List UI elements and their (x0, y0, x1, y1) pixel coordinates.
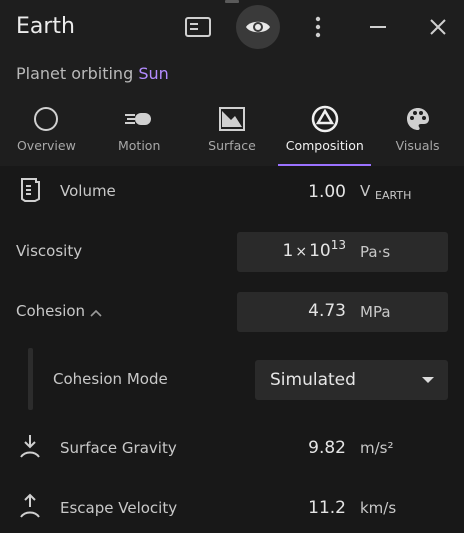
chevron-up-icon[interactable] (90, 304, 102, 323)
viscosity-label: Viscosity (16, 242, 83, 260)
tab-label: Motion (118, 138, 161, 153)
object-subtitle: Planet orbiting Sun (16, 64, 169, 83)
eye-icon (245, 18, 271, 36)
close-icon (429, 18, 447, 36)
viscosity-mantissa: 1 (282, 241, 294, 261)
escape-velocity-label: Escape Velocity (60, 499, 178, 517)
tab-motion[interactable]: Motion (93, 100, 186, 166)
tab-label: Surface (208, 138, 256, 153)
surface-gravity-label: Surface Gravity (60, 439, 177, 457)
volume-row: Volume 1.00 V EARTH (0, 176, 464, 208)
tab-label: Visuals (395, 138, 440, 153)
surface-gravity-icon (16, 432, 44, 460)
tab-overview[interactable]: Overview (0, 100, 93, 166)
circle-icon (32, 105, 60, 133)
drag-handle[interactable] (225, 0, 239, 3)
title-bar: Earth (0, 0, 464, 58)
viscosity-row: Viscosity 1 × 1013 Pa·s (0, 232, 464, 272)
volume-unit-subscript: EARTH (375, 189, 412, 202)
parent-body-link[interactable]: Sun (138, 64, 168, 83)
subtitle-prefix: Planet orbiting (16, 64, 139, 83)
panel-icon (185, 17, 211, 37)
close-button[interactable] (416, 5, 460, 49)
more-vertical-icon (315, 16, 321, 38)
cohesion-row: Cohesion 4.73 MPa (0, 292, 464, 332)
escape-velocity-icon (16, 492, 44, 520)
tab-label: Composition (285, 138, 364, 153)
cohesion-unit: MPa (360, 303, 391, 321)
panel-button[interactable] (176, 5, 220, 49)
escape-velocity-row: Escape Velocity 11.2 km/s (0, 490, 464, 524)
surface-icon (218, 105, 246, 133)
times-sign: × (295, 244, 308, 260)
volume-unit: V EARTH (360, 182, 412, 202)
tab-label: Overview (16, 138, 76, 153)
palette-icon (404, 105, 432, 133)
viscosity-exponent: 13 (330, 238, 346, 252)
cohesion-mode-select[interactable]: Simulated (255, 360, 448, 400)
cohesion-mode-label: Cohesion Mode (53, 370, 168, 388)
cohesion-mode-row: Cohesion Mode Simulated (0, 360, 464, 400)
visibility-button[interactable] (236, 5, 280, 49)
surface-gravity-value: 9.82 (308, 438, 346, 458)
tab-surface[interactable]: Surface (186, 100, 279, 166)
escape-velocity-value: 11.2 (308, 498, 346, 518)
cohesion-label[interactable]: Cohesion (16, 302, 85, 320)
escape-velocity-unit: km/s (360, 499, 397, 517)
minimize-button[interactable] (356, 5, 400, 49)
surface-gravity-row: Surface Gravity 9.82 m/s² (0, 430, 464, 464)
properties-panel: Volume 1.00 V EARTH Viscosity 1 × 1013 Pa·… (0, 166, 464, 533)
surface-gravity-unit: m/s² (360, 439, 394, 457)
tab-composition[interactable]: Composition (278, 100, 371, 166)
viscosity-unit: Pa·s (360, 243, 391, 261)
cohesion-mode-value: Simulated (270, 370, 356, 390)
composition-icon (311, 105, 339, 133)
window-title: Earth (16, 14, 75, 39)
volume-label: Volume (60, 182, 116, 200)
tab-visuals[interactable]: Visuals (371, 100, 464, 166)
more-options-button[interactable] (296, 5, 340, 49)
minimize-icon (370, 25, 386, 29)
cohesion-value: 4.73 (308, 301, 346, 321)
volume-value: 1.00 (308, 182, 346, 202)
tab-bar: Overview Motion Surface Composition Visu… (0, 100, 464, 166)
viscosity-value: 1 × 1013 (282, 238, 346, 261)
volume-unit-main: V (360, 182, 371, 200)
dropdown-caret-icon (422, 377, 434, 383)
viscosity-base: 10 (309, 241, 331, 261)
volume-icon (16, 176, 44, 204)
motion-icon (125, 105, 153, 133)
